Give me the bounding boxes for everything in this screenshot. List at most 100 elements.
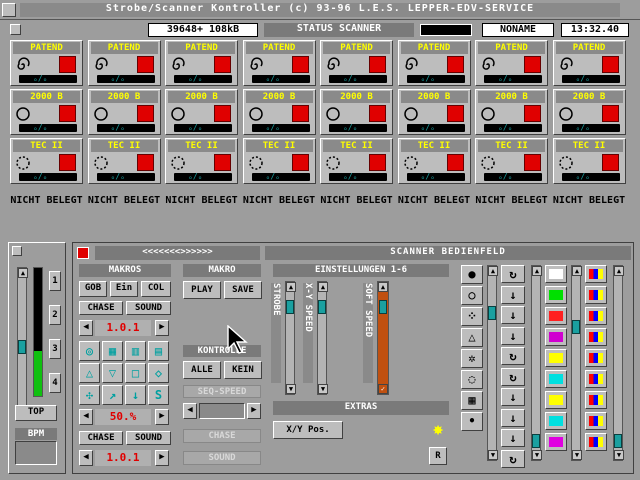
effect-icon[interactable]: ▤ xyxy=(148,341,169,361)
soft-handle[interactable] xyxy=(379,300,387,314)
next-button[interactable]: ▶ xyxy=(155,320,169,336)
close-button[interactable] xyxy=(2,3,16,17)
master-slider[interactable]: ▲ ▼ xyxy=(17,267,28,417)
color-handle[interactable] xyxy=(572,320,580,334)
direction-icon[interactable]: ↓ xyxy=(501,306,525,324)
direction-icon[interactable]: ↓ xyxy=(501,326,525,345)
color-swatch[interactable] xyxy=(545,391,567,409)
fixture-cell[interactable]: TEC II ₒ/ₒ xyxy=(320,138,393,184)
level-bar[interactable]: ₒ/ₒ xyxy=(251,75,310,83)
strobe-handle[interactable] xyxy=(286,300,294,314)
gobo-icon[interactable]: ▦ xyxy=(461,391,483,410)
level-bar[interactable]: ₒ/ₒ xyxy=(251,124,310,132)
next-step-button[interactable]: ▶ xyxy=(155,450,169,466)
fixture-cell[interactable]: TEC II ₒ/ₒ xyxy=(87,138,161,184)
color-slider[interactable]: ▲ ▼ xyxy=(571,265,582,461)
level-bar[interactable]: ₒ/ₒ xyxy=(96,75,155,83)
direction-icon[interactable]: ↓ xyxy=(501,388,525,406)
next-percent-button[interactable]: ▶ xyxy=(155,409,169,425)
level-bar[interactable]: ₒ/ₒ xyxy=(174,173,232,181)
save-button[interactable]: SAVE xyxy=(224,281,262,299)
direction-icon[interactable]: ↓ xyxy=(501,285,525,304)
slider-handle[interactable] xyxy=(18,340,26,354)
fixture-cell[interactable]: PATEND ₒ/ₒ xyxy=(397,40,471,86)
ein-button[interactable]: Ein xyxy=(110,281,138,297)
level-bar[interactable]: ₒ/ₒ xyxy=(406,173,465,181)
level-bar[interactable]: ₒ/ₒ xyxy=(561,124,620,132)
fixture-cell[interactable]: PATEND ₒ/ₒ xyxy=(87,40,161,86)
effect-icon[interactable]: ◇ xyxy=(148,363,169,383)
fixture-cell[interactable]: PATEND ₒ/ₒ xyxy=(10,40,83,86)
seq-prev-button[interactable]: ◀ xyxy=(183,403,197,419)
star-icon[interactable]: ✸ xyxy=(427,419,449,441)
effect-icon[interactable]: ✣ xyxy=(79,385,100,405)
direction-icon[interactable]: ↓ xyxy=(501,429,525,447)
chase-button[interactable]: CHASE xyxy=(79,301,123,315)
sound-label-2[interactable]: SOUND xyxy=(183,451,261,465)
level-bar[interactable]: ₒ/ₒ xyxy=(329,75,387,83)
level-bar[interactable]: ₒ/ₒ xyxy=(561,173,620,181)
group-1-button[interactable]: 1 xyxy=(49,271,61,291)
fixture-cell[interactable]: 2000 B ₒ/ₒ xyxy=(475,89,548,135)
effect-icon[interactable]: ↓ xyxy=(125,385,146,405)
group-4-button[interactable]: 4 xyxy=(49,373,61,393)
fixture-cell[interactable]: 2000 B ₒ/ₒ xyxy=(320,89,393,135)
color-swatch[interactable] xyxy=(545,307,567,325)
nav-arrows[interactable]: <<<<<<<>>>>>> xyxy=(95,246,260,260)
level-bar[interactable]: ₒ/ₒ xyxy=(329,173,387,181)
chase-button-2[interactable]: CHASE xyxy=(79,431,123,445)
fixture-cell[interactable]: 2000 B ₒ/ₒ xyxy=(397,89,471,135)
color-swatch[interactable] xyxy=(545,286,567,304)
level-bar[interactable]: ₒ/ₒ xyxy=(19,124,77,132)
xy-pos-button[interactable]: X/Y Pos. xyxy=(273,421,343,439)
soft-check-icon[interactable]: ✓ xyxy=(378,384,388,394)
direction-icon[interactable]: ↻ xyxy=(501,449,525,468)
gobo-down-icon[interactable]: ▼ xyxy=(488,450,498,460)
gobo-icon[interactable]: ◌ xyxy=(461,370,483,389)
level-bar[interactable]: ₒ/ₒ xyxy=(484,173,542,181)
fixture-cell[interactable]: 2000 B ₒ/ₒ xyxy=(552,89,626,135)
multi-handle[interactable] xyxy=(614,434,622,448)
level-bar[interactable]: ₒ/ₒ xyxy=(96,173,155,181)
effect-icon[interactable]: □ xyxy=(125,363,146,383)
strobe-up-icon[interactable]: ▲ xyxy=(286,282,296,292)
chase-label-2[interactable]: CHASE xyxy=(183,429,261,443)
xy-speed-slider[interactable]: ▲ ▼ xyxy=(317,281,328,395)
color-swatch[interactable] xyxy=(545,370,567,388)
fixture-cell[interactable]: PATEND ₒ/ₒ xyxy=(552,40,626,86)
group-3-button[interactable]: 3 xyxy=(49,339,61,359)
color-swatch[interactable] xyxy=(545,412,567,430)
color-swatch[interactable] xyxy=(545,433,567,451)
multicolor-swatch[interactable] xyxy=(585,433,607,451)
xy-up-icon[interactable]: ▲ xyxy=(318,282,328,292)
level-bar[interactable]: ₒ/ₒ xyxy=(329,124,387,132)
sound-button[interactable]: SOUND xyxy=(126,301,171,315)
soft-speed-slider[interactable]: ▲ ✓ xyxy=(377,281,389,395)
color-swatch[interactable] xyxy=(545,349,567,367)
xy-down-icon[interactable]: ▼ xyxy=(318,384,328,394)
gobo-icon[interactable]: ● xyxy=(461,265,483,284)
fixture-cell[interactable]: 2000 B ₒ/ₒ xyxy=(165,89,238,135)
level-bar[interactable]: ₒ/ₒ xyxy=(251,173,310,181)
prev-button[interactable]: ◀ xyxy=(79,320,93,336)
multicolor-swatch[interactable] xyxy=(585,391,607,409)
panel-close-button[interactable] xyxy=(77,247,89,259)
soft-up-icon[interactable]: ▲ xyxy=(378,282,388,292)
color-down-icon[interactable]: ▼ xyxy=(572,450,582,460)
gobo-icon[interactable]: ○ xyxy=(461,286,483,305)
dir-up-icon[interactable]: ▲ xyxy=(532,266,542,276)
multicolor-swatch[interactable] xyxy=(585,265,607,283)
effect-icon[interactable]: ◎ xyxy=(79,341,100,361)
level-bar[interactable]: ₒ/ₒ xyxy=(484,124,542,132)
multicolor-swatch[interactable] xyxy=(585,286,607,304)
gobo-icon[interactable]: • xyxy=(461,412,483,431)
effect-icon[interactable]: △ xyxy=(79,363,100,383)
fixture-cell[interactable]: 2000 B ₒ/ₒ xyxy=(10,89,83,135)
effect-icon[interactable]: ▥ xyxy=(125,341,146,361)
level-bar[interactable]: ₒ/ₒ xyxy=(174,75,232,83)
multicolor-slider[interactable]: ▲ ▼ xyxy=(613,265,624,461)
direction-icon[interactable]: ↻ xyxy=(501,265,525,283)
color-swatch[interactable] xyxy=(545,265,567,283)
level-bar[interactable]: ₒ/ₒ xyxy=(96,124,155,132)
multicolor-swatch[interactable] xyxy=(585,307,607,325)
